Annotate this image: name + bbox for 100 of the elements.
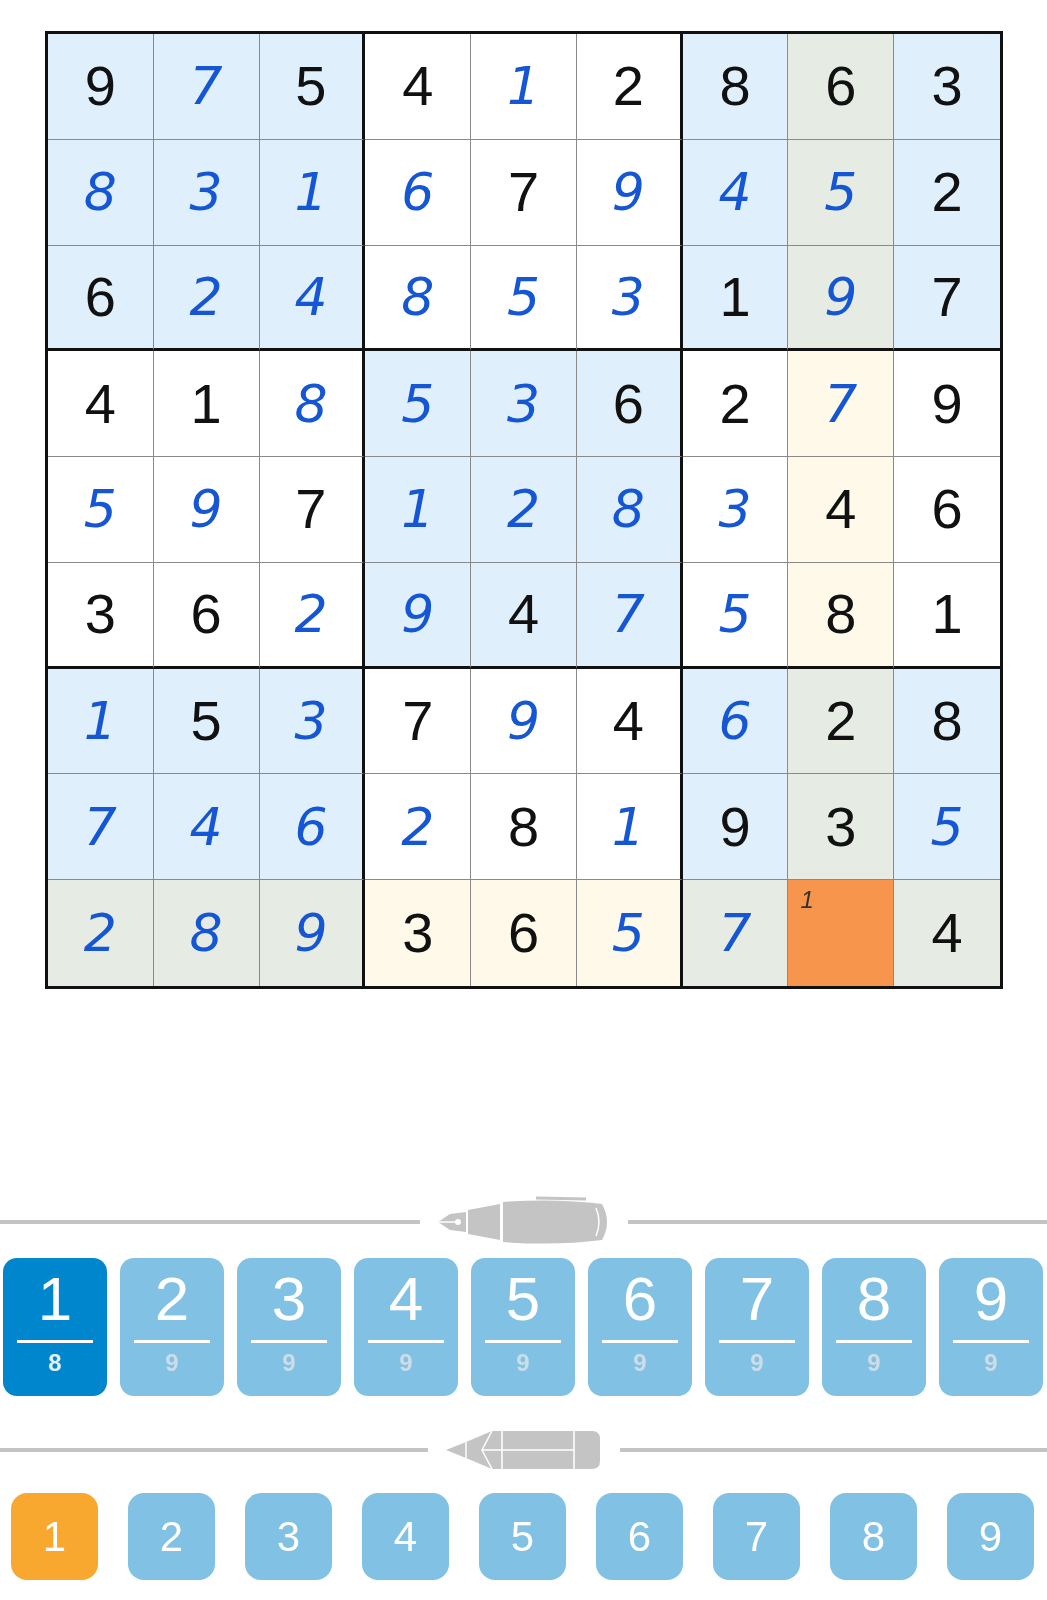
grid-cell[interactable]: 8 (682, 34, 789, 140)
given-digit: 2 (719, 375, 751, 432)
entered-digit: 4 (718, 166, 752, 219)
grid-cell[interactable]: 2 (259, 562, 366, 669)
grid-cell[interactable]: 1 (788, 880, 895, 986)
remaining-count: 9 (984, 1349, 998, 1377)
given-digit: 5 (295, 58, 327, 115)
grid-cell[interactable]: 4 (259, 245, 366, 352)
grid-cell[interactable]: 8 (153, 880, 260, 986)
grid-cell[interactable]: 1 (259, 139, 366, 246)
grid-cell[interactable]: 7 (894, 245, 1000, 352)
grid-cell[interactable]: 9 (576, 139, 683, 246)
given-digit: 6 (507, 905, 540, 962)
grid-cell[interactable]: 9 (471, 668, 577, 775)
grid-cell[interactable]: 4 (682, 139, 789, 246)
grid-cell[interactable]: 4 (788, 457, 895, 563)
grid-cell[interactable]: 3 (471, 351, 577, 458)
grid-cell[interactable]: 4 (894, 880, 1000, 986)
grid-cell[interactable]: 5 (788, 139, 895, 246)
digit-key[interactable]: 1 8 (3, 1258, 107, 1396)
grid-cell[interactable]: 5 (48, 457, 154, 563)
grid-cell[interactable]: 1 (471, 34, 577, 140)
grid-cell[interactable]: 6 (153, 562, 260, 669)
grid-cell[interactable]: 1 (576, 774, 683, 881)
entered-digit: 3 (189, 166, 223, 219)
remaining-count: 9 (165, 1349, 179, 1377)
entered-digit: 3 (718, 483, 752, 536)
grid-cell[interactable]: 1 (365, 457, 472, 563)
entered-digit: 5 (718, 588, 752, 641)
grid-cell[interactable]: 2 (153, 245, 260, 352)
grid-cell[interactable]: 4 (576, 668, 683, 775)
grid-cell[interactable]: 4 (365, 34, 472, 140)
grid-cell[interactable]: 5 (365, 351, 472, 458)
grid-cell[interactable]: 7 (365, 668, 472, 775)
grid-cell[interactable]: 9 (153, 457, 260, 563)
grid-cell[interactable]: 4 (471, 562, 577, 669)
grid-cell[interactable]: 3 (259, 668, 366, 775)
grid-cell[interactable]: 8 (259, 351, 366, 458)
entered-digit: 8 (189, 907, 223, 960)
grid-cell[interactable]: 8 (471, 774, 577, 881)
grid-cell[interactable]: 1 (682, 245, 789, 352)
grid-cell[interactable]: 8 (576, 457, 683, 563)
entered-digit: 2 (506, 483, 541, 536)
grid-cell[interactable]: 9 (682, 774, 789, 881)
grid-cell[interactable]: 3 (894, 34, 1000, 140)
entered-digit: 7 (824, 377, 858, 430)
grid-cell[interactable]: 7 (682, 880, 789, 986)
grid-cell[interactable]: 3 (153, 139, 260, 246)
grid-cell[interactable]: 1 (153, 351, 260, 458)
entered-digit: 4 (189, 800, 223, 853)
grid-cell[interactable]: 7 (259, 457, 366, 563)
given-digit: 7 (295, 481, 327, 538)
given-digit: 1 (719, 268, 751, 325)
grid-cell[interactable]: 8 (48, 139, 154, 246)
grid-cell[interactable]: 3 (365, 880, 472, 986)
grid-cell[interactable]: 7 (788, 351, 895, 458)
grid-cell[interactable]: 9 (788, 245, 895, 352)
grid-cell[interactable]: 8 (365, 245, 472, 352)
grid-cell[interactable]: 3 (48, 562, 154, 669)
grid-cell[interactable]: 7 (576, 562, 683, 669)
grid-cell[interactable]: 7 (48, 774, 154, 881)
grid-cell[interactable]: 5 (259, 34, 366, 140)
grid-cell[interactable]: 6 (682, 668, 789, 775)
grid-cell[interactable]: 5 (576, 880, 683, 986)
given-digit: 5 (190, 693, 222, 750)
grid-cell[interactable]: 5 (894, 774, 1000, 881)
grid-cell[interactable]: 4 (153, 774, 260, 881)
remaining-count: 9 (633, 1349, 647, 1377)
grid-cell[interactable]: 6 (576, 351, 683, 458)
grid-cell[interactable]: 5 (471, 245, 577, 352)
grid-cell[interactable]: 5 (153, 668, 260, 775)
grid-cell[interactable]: 7 (471, 139, 577, 246)
grid-cell[interactable]: 3 (682, 457, 789, 563)
grid-cell[interactable]: 8 (788, 562, 895, 669)
grid-cell[interactable]: 2 (576, 34, 683, 140)
grid-cell[interactable]: 3 (576, 245, 683, 352)
grid-cell[interactable]: 3 (788, 774, 895, 881)
grid-cell[interactable]: 7 (153, 34, 260, 140)
grid-cell[interactable]: 4 (48, 351, 154, 458)
grid-cell[interactable]: 6 (48, 245, 154, 352)
grid-cell[interactable]: 2 (471, 457, 577, 563)
grid-cell[interactable]: 8 (894, 668, 1000, 775)
grid-cell[interactable]: 9 (365, 562, 472, 669)
grid-cell[interactable]: 2 (682, 351, 789, 458)
grid-cell[interactable]: 2 (788, 668, 895, 775)
grid-cell[interactable]: 6 (788, 34, 895, 140)
grid-cell[interactable]: 5 (682, 562, 789, 669)
grid-cell[interactable]: 6 (365, 139, 472, 246)
entered-digit: 5 (930, 800, 964, 853)
grid-cell[interactable]: 9 (48, 34, 154, 140)
grid-cell[interactable]: 2 (894, 139, 1000, 246)
grid-cell[interactable]: 6 (259, 774, 366, 881)
grid-cell[interactable]: 2 (365, 774, 472, 881)
grid-cell[interactable]: 1 (48, 668, 154, 775)
grid-cell[interactable]: 9 (259, 880, 366, 986)
given-digit: 4 (825, 481, 857, 538)
grid-cell[interactable]: 6 (471, 880, 577, 986)
entered-digit: 9 (824, 270, 858, 323)
entered-digit: 3 (294, 695, 328, 748)
grid-cell[interactable]: 2 (48, 880, 154, 986)
